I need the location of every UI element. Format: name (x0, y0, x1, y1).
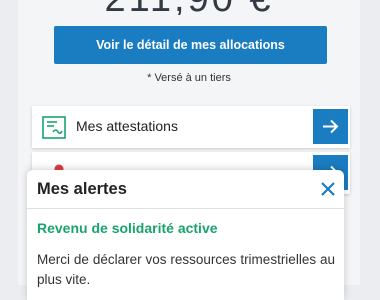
card-attestations[interactable]: Mes attestations (32, 106, 350, 148)
allocation-detail-button[interactable]: Voir le détail de mes allocations (54, 26, 327, 64)
alerts-panel-title: Mes alertes (37, 180, 127, 198)
alert-message: Merci de déclarer vos ressources trimest… (37, 252, 335, 287)
alerts-panel: Mes alertes Revenu de solidarité active … (27, 170, 344, 300)
third-party-note: * Versé à un tiers (147, 72, 231, 84)
arrow-right-button[interactable] (313, 109, 348, 144)
card-attestations-label: Mes attestations (76, 118, 178, 134)
alert-title[interactable]: Revenu de solidarité active (37, 220, 218, 236)
arrow-right-icon (323, 119, 339, 134)
document-icon (42, 116, 66, 139)
divider (27, 208, 344, 209)
close-icon[interactable] (320, 181, 336, 197)
allocation-amount: 211,90 € (18, 0, 360, 15)
